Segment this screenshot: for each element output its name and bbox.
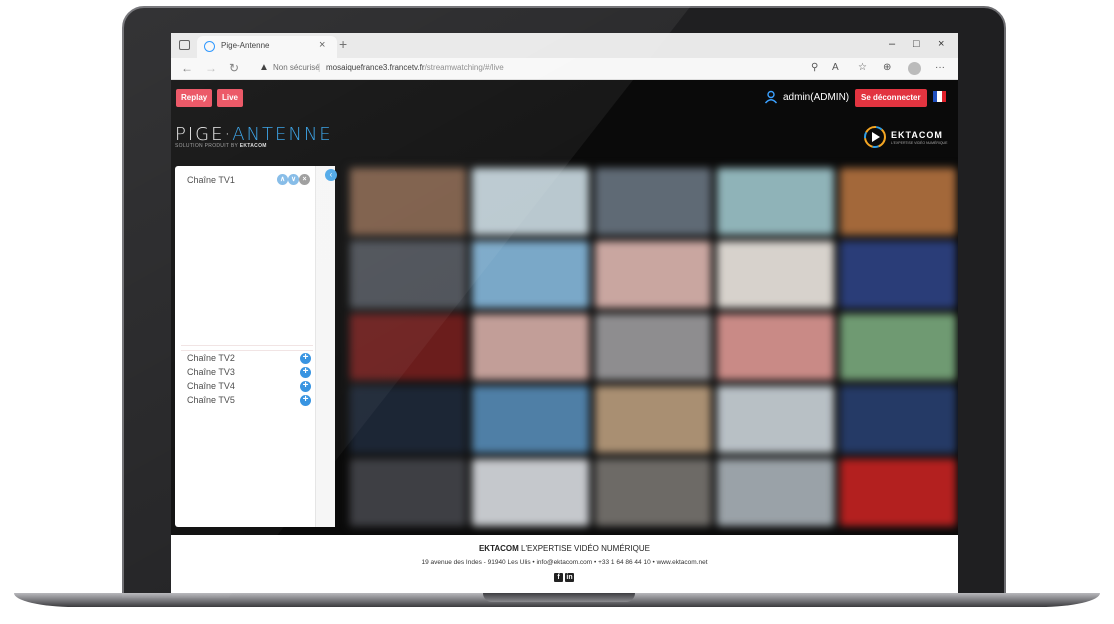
refresh-icon[interactable]: ↻ bbox=[229, 61, 239, 75]
user-icon bbox=[764, 90, 778, 104]
logout-button[interactable]: Se déconnecter bbox=[855, 89, 927, 107]
video-mosaic[interactable] bbox=[348, 166, 958, 528]
minimize-button[interactable]: – bbox=[889, 38, 895, 50]
new-tab-button[interactable]: + bbox=[339, 36, 347, 52]
footer-address: 19 avenue des Indes - 91940 Les Ulis • i… bbox=[421, 559, 708, 566]
channel-panel: Chaîne TV1 ∧ ∨ × ‹ Chaîne TV2 + Chaîne T… bbox=[175, 166, 337, 527]
add-channel-icon[interactable]: + bbox=[300, 353, 311, 364]
url-separator: | bbox=[318, 62, 321, 72]
browser-window: Pige-Antenne × + – □ × ← → ↻ ▲ Non sécur… bbox=[171, 33, 958, 80]
panel-scrollbar[interactable] bbox=[315, 166, 335, 527]
user-name[interactable]: admin(ADMIN) bbox=[783, 92, 849, 103]
tagline-brand: EKTACOM bbox=[239, 143, 267, 149]
page-footer: EKTACOM L'EXPERTISE VIDÉO NUMÉRIQUE 19 a… bbox=[171, 535, 958, 593]
video-tile[interactable] bbox=[839, 459, 956, 526]
video-tile[interactable] bbox=[717, 386, 834, 454]
remove-channel-icon[interactable]: × bbox=[299, 174, 310, 185]
move-down-icon[interactable]: ∨ bbox=[288, 174, 299, 185]
key-icon[interactable]: ⚲ bbox=[811, 62, 818, 73]
move-up-icon[interactable]: ∧ bbox=[277, 174, 288, 185]
tagline-prefix: SOLUTION PRODUIT BY bbox=[175, 143, 240, 149]
panel-divider bbox=[181, 345, 313, 346]
profile-avatar-icon[interactable] bbox=[908, 62, 921, 75]
video-tile[interactable] bbox=[594, 386, 712, 454]
video-tile[interactable] bbox=[839, 168, 956, 235]
panel-divider bbox=[181, 350, 313, 351]
video-tile[interactable] bbox=[350, 386, 467, 454]
video-tile[interactable] bbox=[472, 313, 589, 381]
more-menu-icon[interactable]: ··· bbox=[935, 62, 945, 73]
warning-icon: ▲ bbox=[259, 62, 269, 73]
security-status: Non sécurisé bbox=[273, 63, 320, 72]
video-tile[interactable] bbox=[839, 240, 956, 308]
back-icon[interactable]: ← bbox=[181, 61, 193, 75]
replay-button[interactable]: Replay bbox=[176, 89, 213, 107]
video-tile[interactable] bbox=[594, 313, 712, 381]
close-window-button[interactable]: × bbox=[938, 38, 944, 50]
web-page: Replay Live admin(ADMIN) Se déconnecter … bbox=[171, 80, 958, 535]
collapse-panel-icon[interactable]: ‹ bbox=[325, 169, 337, 181]
logo-part2: ANTENNE bbox=[232, 124, 333, 145]
video-tile[interactable] bbox=[594, 240, 712, 308]
logo-part1: PIGE· bbox=[175, 124, 233, 145]
video-tile[interactable] bbox=[839, 386, 956, 454]
linkedin-icon[interactable]: in bbox=[565, 573, 574, 582]
footer-title: EKTACOM L'EXPERTISE VIDÉO NUMÉRIQUE bbox=[171, 544, 958, 553]
video-tile[interactable] bbox=[472, 240, 589, 308]
video-tile[interactable] bbox=[717, 313, 834, 381]
tab-close-icon[interactable]: × bbox=[319, 39, 325, 51]
forward-icon[interactable]: → bbox=[205, 61, 217, 75]
video-tile[interactable] bbox=[717, 168, 834, 235]
tab-title: Pige-Antenne bbox=[221, 41, 270, 50]
video-tile[interactable] bbox=[594, 459, 712, 526]
url-field[interactable]: mosaiquefrance3.francetv.fr/streamwatchi… bbox=[326, 63, 504, 72]
video-tile[interactable] bbox=[350, 313, 467, 381]
collections-icon[interactable]: ⊕ bbox=[883, 62, 891, 73]
video-tile[interactable] bbox=[350, 168, 467, 235]
video-tile[interactable] bbox=[717, 459, 834, 526]
url-path: /streamwatching/#/live bbox=[424, 63, 504, 72]
footer-company: EKTACOM bbox=[478, 544, 519, 553]
video-tile[interactable] bbox=[594, 168, 712, 235]
laptop-notch bbox=[483, 593, 635, 602]
ektacom-logo-icon bbox=[864, 126, 886, 148]
footer-tagline: L'EXPERTISE VIDÉO NUMÉRIQUE bbox=[518, 544, 651, 553]
channel-item[interactable]: Chaîne TV2 bbox=[187, 353, 235, 363]
video-tile[interactable] bbox=[472, 168, 589, 235]
ektacom-tagline: L'EXPERTISE VIDÉO NUMÉRIQUE bbox=[891, 141, 948, 145]
logo-tagline: SOLUTION PRODUIT BY EKTACOM bbox=[175, 143, 267, 149]
favicon-icon bbox=[204, 41, 215, 52]
video-grid bbox=[348, 166, 958, 528]
video-tile[interactable] bbox=[350, 459, 467, 526]
favorite-star-icon[interactable]: ☆ bbox=[858, 62, 867, 73]
video-tile[interactable] bbox=[350, 240, 467, 308]
tab-bar: Pige-Antenne × + – □ × bbox=[171, 33, 958, 58]
facebook-icon[interactable]: f bbox=[554, 573, 563, 582]
add-channel-icon[interactable]: + bbox=[300, 381, 311, 392]
pige-antenne-logo: PIGE·ANTENNE bbox=[175, 124, 333, 145]
url-host: mosaiquefrance3.francetv.fr bbox=[326, 63, 425, 72]
live-button[interactable]: Live bbox=[217, 89, 244, 107]
active-channel-label: Chaîne TV1 bbox=[187, 175, 235, 185]
window-menu-icon[interactable] bbox=[179, 40, 190, 50]
channel-item[interactable]: Chaîne TV5 bbox=[187, 395, 235, 405]
channel-item[interactable]: Chaîne TV4 bbox=[187, 381, 235, 391]
ektacom-name: EKTACOM bbox=[891, 130, 943, 140]
read-aloud-icon[interactable]: A bbox=[832, 62, 839, 73]
video-tile[interactable] bbox=[472, 386, 589, 454]
channel-item[interactable]: Chaîne TV3 bbox=[187, 367, 235, 377]
video-tile[interactable] bbox=[839, 313, 956, 381]
address-bar: ← → ↻ ▲ Non sécurisé | mosaiquefrance3.f… bbox=[171, 58, 958, 80]
video-tile[interactable] bbox=[717, 240, 834, 308]
maximize-button[interactable]: □ bbox=[913, 38, 920, 50]
add-channel-icon[interactable]: + bbox=[300, 395, 311, 406]
french-flag-icon[interactable] bbox=[933, 91, 946, 102]
video-tile[interactable] bbox=[472, 459, 589, 526]
add-channel-icon[interactable]: + bbox=[300, 367, 311, 378]
tab-pige-antenne[interactable]: Pige-Antenne × bbox=[197, 36, 337, 58]
